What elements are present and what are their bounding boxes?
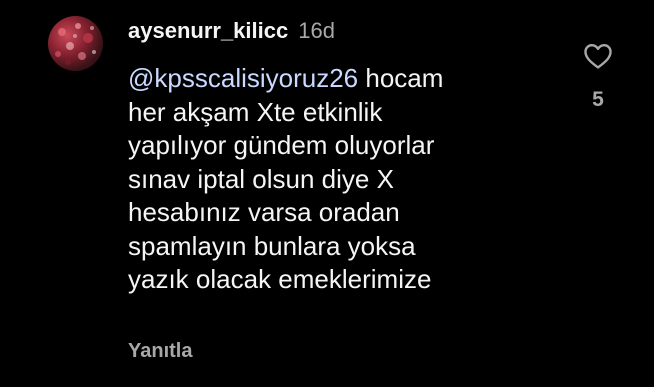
comment-text: @kpsscalisiyoruz26 hocam her akşam Xte et… — [128, 62, 558, 297]
avatar-image — [55, 23, 96, 65]
comment-line-3: yapılıyor gündem oluyorlar — [128, 130, 435, 160]
avatar[interactable] — [48, 16, 103, 71]
comment-line-5: hesabınız varsa oradan — [128, 197, 400, 227]
heart-outline-icon[interactable] — [581, 40, 615, 72]
comment: aysenurr_kilicc 16d @kpsscalisiyoruz26 h… — [0, 0, 654, 387]
comment-line-4: sınav iptal olsun diye X — [128, 163, 394, 194]
comment-line-2: her akşam Xte etkinlik — [128, 96, 383, 127]
comment-line-6: spamlayın bunlara yoksa — [128, 230, 416, 261]
timestamp: 16d — [298, 18, 335, 43]
like-section: 5 — [578, 40, 618, 112]
like-count: 5 — [592, 88, 604, 111]
mention-link[interactable]: @kpsscalisiyoruz26 — [128, 63, 358, 93]
comment-line-1: hocam — [358, 63, 444, 93]
username[interactable]: aysenurr_kilicc — [128, 18, 288, 44]
comment-header: aysenurr_kilicc 16d — [128, 18, 335, 48]
comment-line-7: yazık olacak emeklerimize — [128, 264, 432, 294]
reply-button[interactable]: Yanıtla — [128, 340, 192, 363]
